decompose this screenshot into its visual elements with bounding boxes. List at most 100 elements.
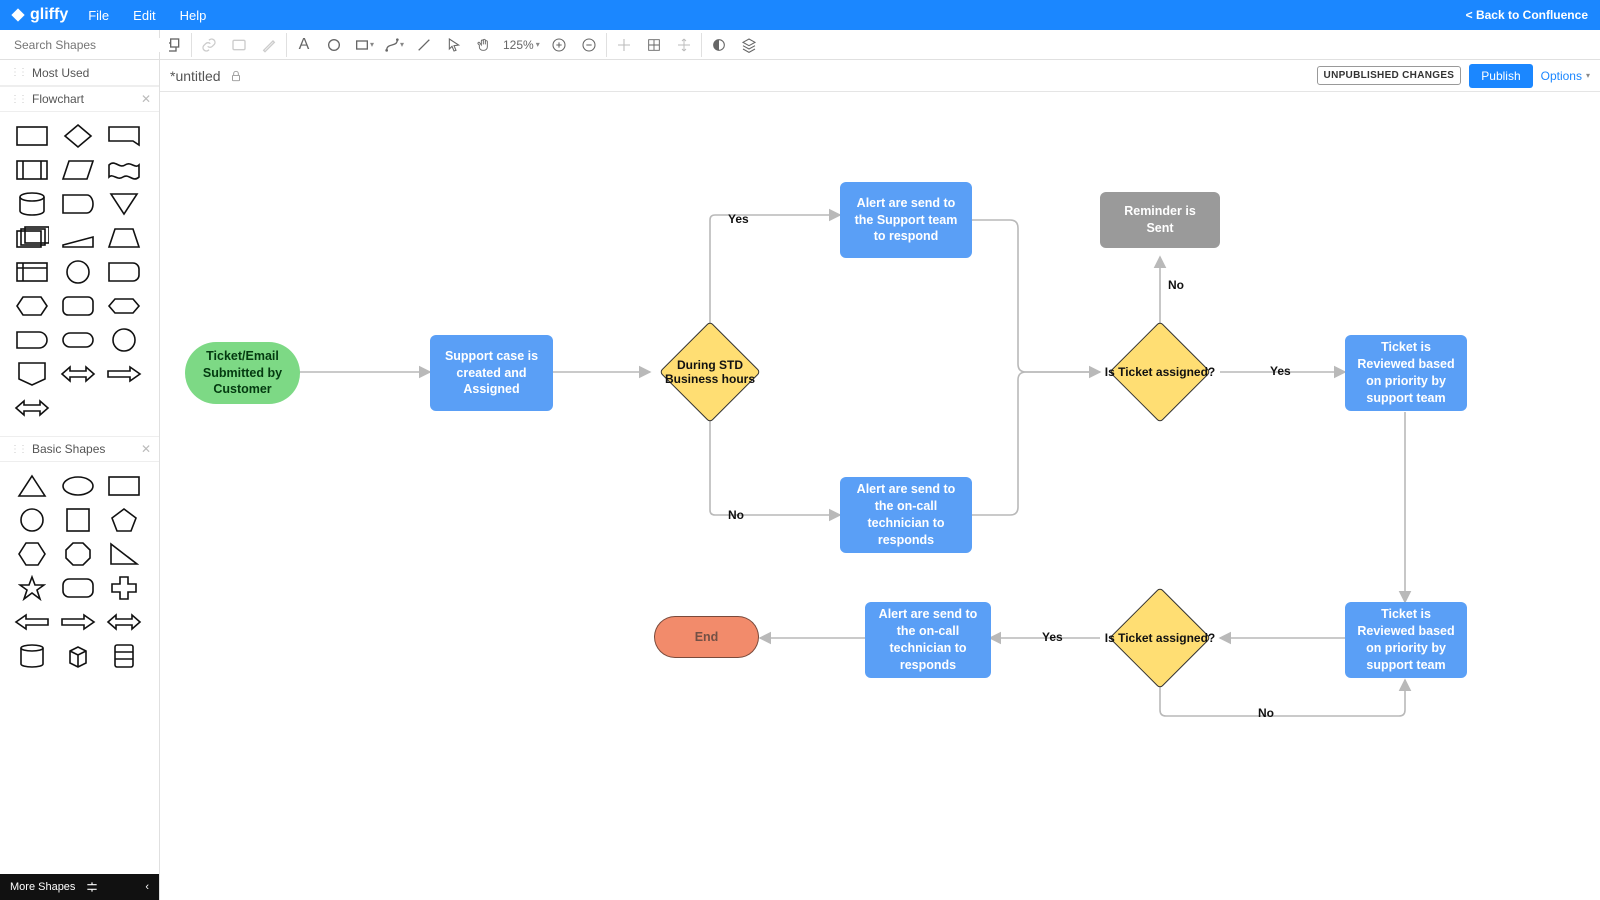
shape-hexagon2[interactable] [12,540,52,568]
shape-hexagon[interactable] [12,292,52,320]
toolbar: A ▾ ▾ 125%▾ [0,30,1600,60]
flow-decision-business-hours[interactable]: During STD Business hours [650,322,770,422]
shape-circle[interactable] [58,258,98,286]
flow-node-end[interactable]: End [654,616,759,658]
format-paint-button[interactable] [254,30,284,60]
flow-node-alert-oncall[interactable]: Alert are send to the on-call technician… [840,477,972,553]
shape-offpage[interactable] [104,258,144,286]
connector-tool-button[interactable]: ▾ [379,30,409,60]
shape-triangle-up[interactable] [12,472,52,500]
shape-cube[interactable] [58,642,98,670]
flow-label: Alert are send to the Support team to re… [850,195,962,246]
shape-predefined[interactable] [12,156,52,184]
options-menu[interactable]: Options▾ [1541,69,1590,83]
shape-parallelogram[interactable] [58,156,98,184]
shape-offpage-down[interactable] [12,360,52,388]
flow-decision-label: Is Ticket assigned? [1100,631,1220,645]
theme-button[interactable] [704,30,734,60]
publish-button[interactable]: Publish [1469,64,1532,88]
shape-arrow-both[interactable] [58,360,98,388]
back-to-confluence-link[interactable]: < Back to Confluence [1466,8,1600,22]
shape-cylinder[interactable] [12,642,52,670]
shape-terminator[interactable] [58,326,98,354]
shape-arrow-double[interactable] [12,394,52,422]
shape-manual-input[interactable] [58,224,98,252]
flow-decision-assigned-1[interactable]: Is Ticket assigned? [1100,322,1220,422]
shape-triangle-down[interactable] [104,190,144,218]
shape-trapezoid[interactable] [104,224,144,252]
close-icon[interactable]: ✕ [141,92,151,106]
lock-icon [229,69,243,83]
popup-button[interactable] [224,30,254,60]
shape-rect[interactable] [104,472,144,500]
shape-diamond[interactable] [58,122,98,150]
more-shapes-button[interactable]: More Shapes ‹ [0,874,159,900]
shape-ellipse[interactable] [58,472,98,500]
flow-node-alert-support[interactable]: Alert are send to the Support team to re… [840,182,972,258]
menu-edit[interactable]: Edit [133,8,155,23]
shape-tape[interactable] [104,156,144,184]
pointer-tool-button[interactable] [439,30,469,60]
more-shapes-label: More Shapes [10,881,75,893]
flow-node-alert-oncall-2[interactable]: Alert are send to the on-call technician… [865,602,991,678]
pan-tool-button[interactable] [469,30,499,60]
shape-multi-doc[interactable] [12,224,52,252]
shape-circle2[interactable] [12,506,52,534]
shape-rectangle[interactable] [12,122,52,150]
search-shapes-input[interactable] [14,38,169,52]
shape-arrow-l[interactable] [12,608,52,636]
shape-display[interactable] [58,190,98,218]
snap-button[interactable] [609,30,639,60]
edge-label-no: No [1258,706,1274,720]
shape-octagon[interactable] [58,540,98,568]
menu-file[interactable]: File [88,8,109,23]
shape-hex-tag[interactable] [104,292,144,320]
section-basic[interactable]: ⋮⋮Basic Shapes✕ [0,436,159,462]
search-shapes-row [0,30,159,60]
text-tool-button[interactable]: A [289,30,319,60]
shape-database[interactable] [12,190,52,218]
shape-arrow-right[interactable] [104,360,144,388]
shape-round-rect[interactable] [58,574,98,602]
zoom-in-button[interactable] [544,30,574,60]
shape-internal-storage[interactable] [12,258,52,286]
document-bar: *untitled UNPUBLISHED CHANGES Publish Op… [160,60,1600,92]
shape-server[interactable] [104,642,144,670]
close-icon[interactable]: ✕ [141,442,151,456]
flow-node-support-case[interactable]: Support case is created and Assigned [430,335,553,411]
flow-label: Alert are send to the on-call technician… [875,606,981,674]
line-tool-button[interactable] [409,30,439,60]
flow-node-review-2[interactable]: Ticket is Reviewed based on priority by … [1345,602,1467,678]
document-title[interactable]: *untitled [170,68,221,84]
shape-arrow-lr[interactable] [104,608,144,636]
shape-connector-circle[interactable] [104,326,144,354]
shape-arrow-r[interactable] [58,608,98,636]
rect-tool-button[interactable]: ▾ [349,30,379,60]
grid-button[interactable] [639,30,669,60]
shape-star[interactable] [12,574,52,602]
diagram-canvas[interactable]: Ticket/Email Submitted by Customer Suppo… [160,92,1600,900]
section-most-used[interactable]: ⋮⋮Most Used [0,60,159,86]
shape-pentagon[interactable] [104,506,144,534]
shape-right-triangle[interactable] [104,540,144,568]
section-flowchart[interactable]: ⋮⋮Flowchart✕ [0,86,159,112]
flow-node-start[interactable]: Ticket/Email Submitted by Customer [185,342,300,404]
shape-rounded-rect[interactable] [58,292,98,320]
flow-node-start-label: Ticket/Email Submitted by Customer [195,348,290,399]
zoom-display[interactable]: 125%▾ [499,38,544,52]
menu-help[interactable]: Help [180,8,207,23]
link-button[interactable] [194,30,224,60]
menubar: gliffy File Edit Help < Back to Confluen… [0,0,1600,30]
shape-square[interactable] [58,506,98,534]
flow-decision-assigned-2[interactable]: Is Ticket assigned? [1100,588,1220,688]
edge-label-yes: Yes [728,212,749,226]
shape-delay[interactable] [12,326,52,354]
ellipse-tool-button[interactable] [319,30,349,60]
layers-button[interactable] [734,30,764,60]
shape-card[interactable] [104,122,144,150]
flow-node-reminder[interactable]: Reminder is Sent [1100,192,1220,248]
guides-button[interactable] [669,30,699,60]
flow-node-review-1[interactable]: Ticket is Reviewed based on priority by … [1345,335,1467,411]
shape-plus[interactable] [104,574,144,602]
zoom-out-button[interactable] [574,30,604,60]
